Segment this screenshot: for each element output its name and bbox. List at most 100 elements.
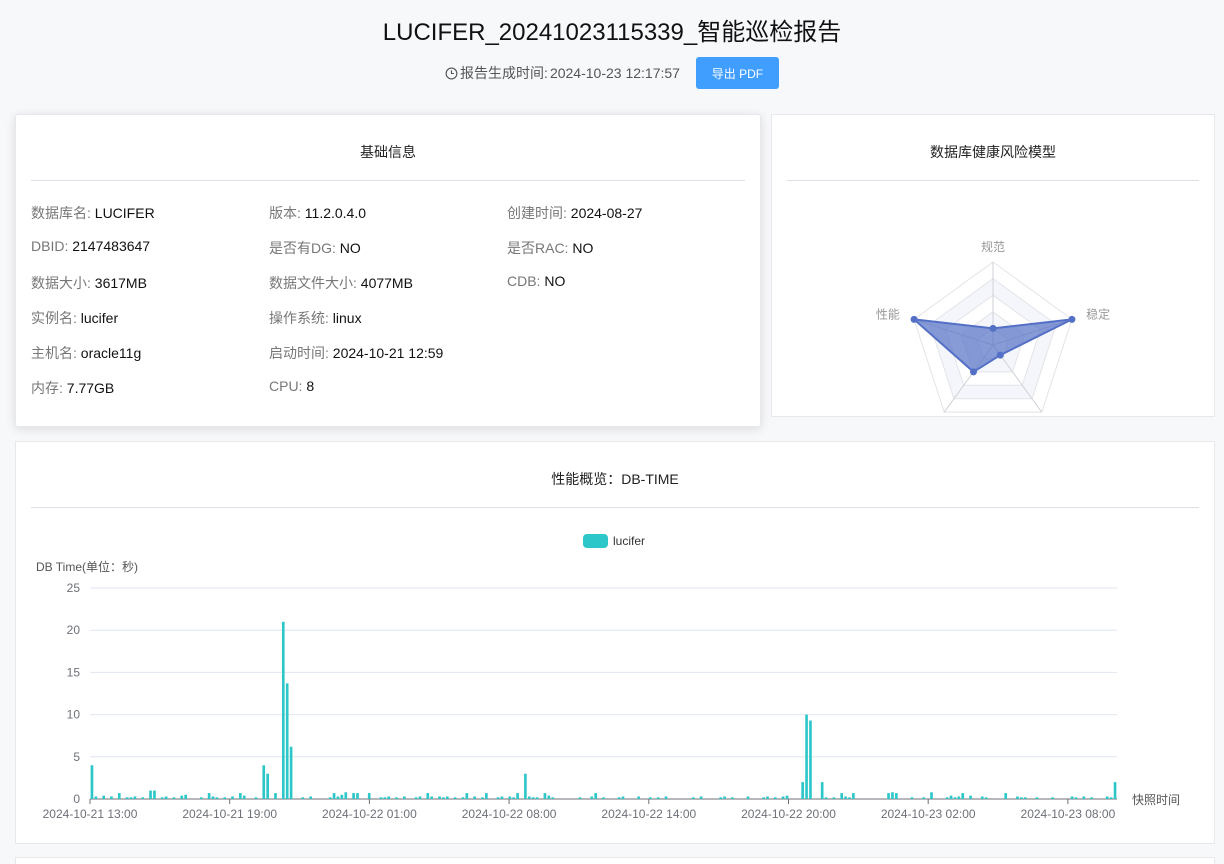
bar	[781, 796, 785, 799]
bar	[664, 796, 668, 799]
bar	[809, 720, 812, 799]
bar	[1004, 793, 1008, 799]
bar	[578, 797, 582, 799]
bar	[239, 793, 242, 799]
bar	[1023, 797, 1027, 799]
bar	[149, 790, 152, 799]
perf-title: 性能概览：DB-TIME	[551, 471, 679, 487]
bar	[1113, 782, 1117, 799]
info-value: 2024-10-21 12:59	[332, 345, 444, 361]
info-item: 内存: 7.77GB	[31, 378, 114, 398]
info-label: CDB:	[507, 273, 545, 289]
bar	[215, 797, 219, 799]
bar	[199, 797, 203, 799]
bar	[301, 797, 305, 799]
bar	[691, 797, 695, 799]
bar	[356, 793, 359, 799]
info-item: 是否RAC: NO	[507, 238, 593, 258]
info-value: oracle11g	[80, 345, 142, 361]
radar-point	[969, 368, 977, 376]
bar	[442, 797, 445, 799]
bar	[785, 795, 789, 799]
bar	[395, 797, 398, 799]
info-item: DBID: 2147483647	[31, 238, 150, 254]
info-item: 启动时间: 2024-10-21 12:59	[269, 343, 443, 363]
generated-label: 报告生成时间:	[460, 65, 548, 81]
bar	[766, 796, 769, 799]
bar	[418, 796, 422, 799]
info-label: 数据文件大小:	[269, 275, 361, 291]
bar	[379, 797, 383, 799]
bar	[231, 796, 234, 799]
bar	[465, 793, 469, 799]
bar	[852, 793, 855, 799]
bar	[617, 797, 621, 799]
bar	[180, 795, 184, 799]
bar	[129, 797, 133, 799]
bar	[172, 797, 176, 799]
bar	[945, 797, 949, 799]
bar	[840, 793, 844, 799]
bar	[485, 793, 488, 799]
radar-point	[989, 324, 997, 332]
bar	[328, 797, 332, 799]
bar	[426, 793, 430, 799]
bar	[949, 795, 953, 799]
bar	[512, 797, 516, 799]
bar	[844, 796, 847, 799]
info-item: 版本: 11.2.0.4.0	[269, 203, 366, 223]
radar-point	[996, 351, 1004, 359]
bar	[1020, 797, 1023, 799]
health-risk-card: 数据库健康风险模型 规范稳定安全高可用性能	[771, 114, 1215, 417]
bar	[153, 790, 156, 799]
bar	[590, 796, 594, 799]
bar	[352, 793, 355, 799]
bar	[387, 796, 391, 799]
x-tick-label: 2024-10-22 01:00	[322, 807, 417, 821]
bar	[887, 793, 890, 799]
bar	[438, 796, 441, 799]
info-label: 主机名:	[31, 345, 81, 361]
bar	[891, 792, 894, 799]
bar	[184, 794, 187, 799]
next-section-card	[15, 857, 1215, 864]
info-item: 创建时间: 2024-08-27	[507, 203, 642, 223]
bar	[594, 793, 598, 799]
bar	[266, 773, 270, 799]
bar	[90, 765, 94, 799]
info-value: 8	[306, 378, 315, 394]
radar-point	[1068, 315, 1076, 323]
radar-label: 规范	[981, 239, 1005, 254]
bar	[984, 797, 988, 799]
bar	[805, 714, 808, 799]
y-tick-label: 25	[67, 581, 81, 595]
bar	[141, 797, 145, 799]
bar	[820, 782, 824, 799]
legend-swatch	[583, 534, 608, 548]
info-item: 数据库名: LUCIFER	[31, 203, 155, 223]
generated-value: 2024-10-23 12:17:57	[549, 65, 680, 81]
bar	[953, 797, 957, 799]
bar	[500, 796, 504, 799]
bar	[254, 797, 258, 799]
bar	[1070, 796, 1074, 799]
bar	[531, 797, 535, 799]
bar	[895, 793, 898, 799]
divider	[31, 180, 745, 181]
x-tick-label: 2024-10-21 13:00	[43, 807, 138, 821]
info-label: 版本:	[269, 205, 305, 221]
bar	[832, 797, 836, 799]
clock-icon	[445, 67, 458, 79]
info-value: NO	[544, 273, 566, 289]
y-tick-label: 5	[73, 750, 80, 764]
bar	[461, 797, 465, 799]
generated-time: 报告生成时间: 2024-10-23 12:17:57	[445, 63, 680, 83]
db-time-chart: lucifer DB Time(单位：秒) 0 5 10 15 20 25 2024-10-21…	[36, 534, 1180, 821]
bar	[481, 797, 484, 799]
bar	[281, 621, 285, 799]
export-pdf-button[interactable]: 导出 PDF	[695, 57, 779, 89]
radar-label: 稳定	[1086, 307, 1110, 322]
bar	[1105, 796, 1109, 799]
bar	[551, 797, 555, 799]
bar	[496, 797, 500, 799]
